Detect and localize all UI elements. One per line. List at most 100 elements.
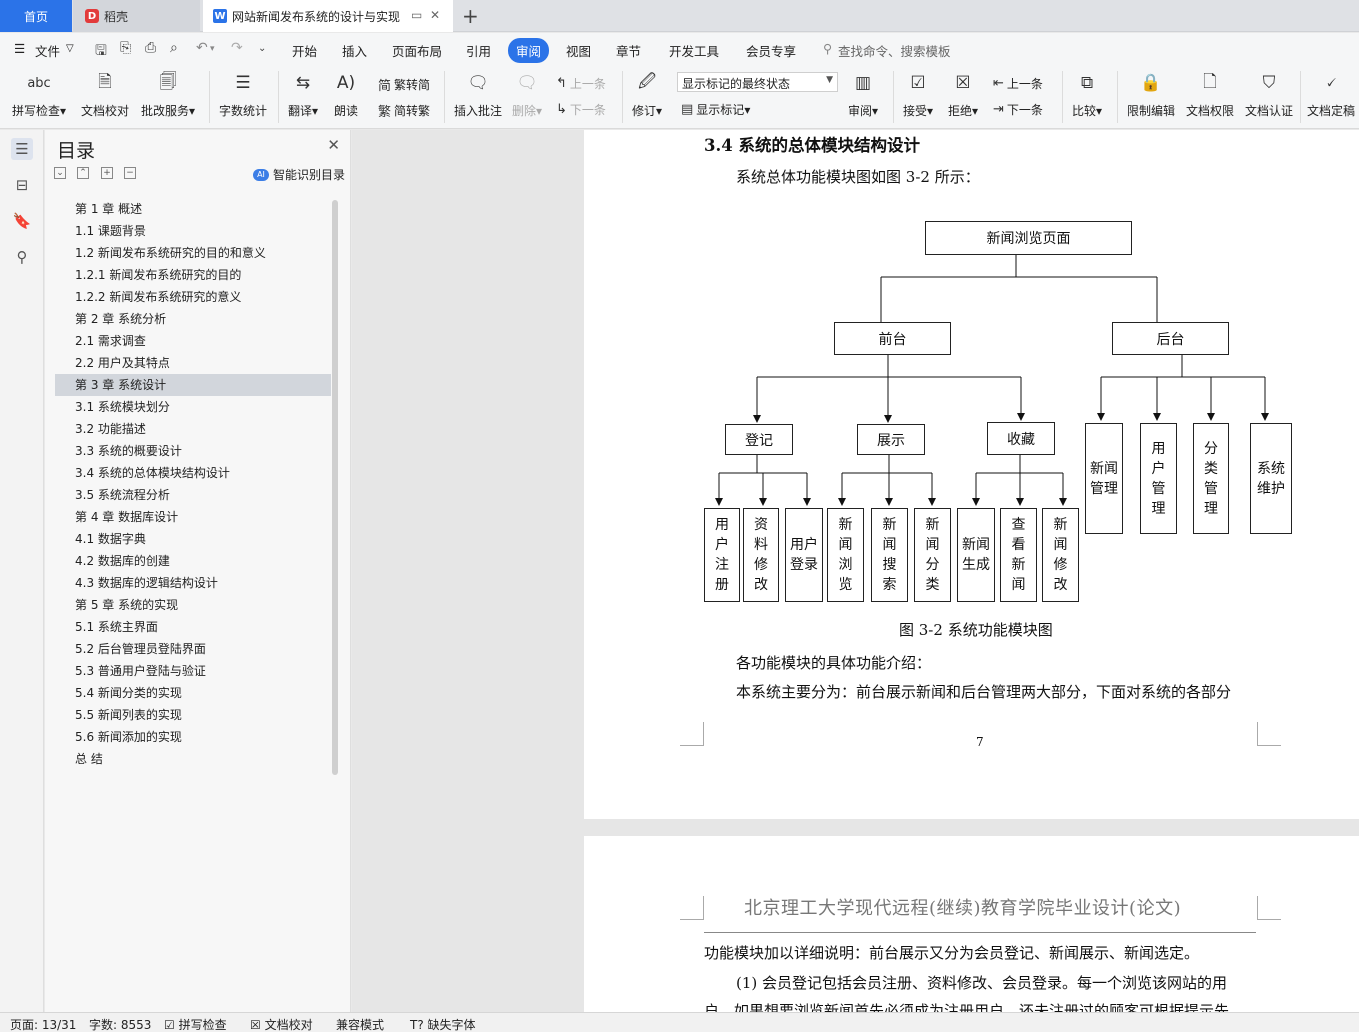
- screen-icon[interactable]: ▭: [411, 8, 422, 22]
- spell-check-status[interactable]: ☑ 拼写检查: [164, 1016, 227, 1032]
- doc-rights-button[interactable]: 🗋 文档权限: [1186, 69, 1234, 119]
- show-markup-button[interactable]: ▤ 显示标记 ▾: [681, 101, 750, 118]
- command-search-input[interactable]: 查找命令、搜索模板: [838, 41, 951, 60]
- insert-comment-button[interactable]: 🗨 插入批注: [454, 69, 502, 119]
- read-aloud-icon: A): [336, 73, 356, 93]
- search-icon[interactable]: ⚲: [11, 246, 33, 268]
- close-tab-icon[interactable]: ✕: [430, 8, 440, 22]
- next-change-button[interactable]: ⇥ 下一条: [993, 101, 1043, 118]
- print-icon[interactable]: ⎙: [145, 40, 156, 56]
- tab-docer[interactable]: D 稻壳: [73, 0, 200, 32]
- next-comment-button[interactable]: ↳ 下一条: [556, 101, 606, 118]
- toc-item[interactable]: 2.2 用户及其特点: [55, 352, 331, 374]
- expand-up-icon[interactable]: ⌃: [77, 167, 89, 179]
- prev-comment-button[interactable]: ↰ 上一条: [556, 75, 606, 92]
- toc-item[interactable]: 4.2 数据库的创建: [55, 550, 331, 572]
- toc-item[interactable]: 4.1 数据字典: [55, 528, 331, 550]
- doc-proof-button[interactable]: 🗎 文档校对: [81, 69, 129, 119]
- word-count-indicator[interactable]: 字数: 8553: [89, 1016, 151, 1032]
- tab-document[interactable]: W 网站新闻发布系统的设计与实现 ▭ ✕: [203, 0, 453, 32]
- toc-item[interactable]: 5.1 系统主界面: [55, 616, 331, 638]
- more-icon[interactable]: ⌄: [258, 43, 266, 54]
- menu-start[interactable]: 开始: [292, 41, 317, 60]
- toc-item[interactable]: 1.2.2 新闻发布系统研究的意义: [55, 286, 331, 308]
- translate-button[interactable]: ⇆ 翻译▾: [288, 69, 318, 119]
- toc-item[interactable]: 5.4 新闻分类的实现: [55, 682, 331, 704]
- restrict-edit-button[interactable]: 🔒 限制编辑: [1127, 69, 1175, 119]
- next-comment-icon: ↳: [556, 102, 567, 117]
- doc-proof-status[interactable]: ☒ 文档校对: [250, 1016, 313, 1032]
- menu-page-layout[interactable]: 页面布局: [392, 41, 442, 60]
- word-count-button[interactable]: ☰ 字数统计: [219, 69, 267, 119]
- reject-button[interactable]: ☒ 拒绝▾: [948, 69, 978, 119]
- toc-item[interactable]: 第 5 章 系统的实现: [55, 594, 331, 616]
- toc-scrollbar[interactable]: [332, 200, 338, 775]
- toc-item[interactable]: 3.4 系统的总体模块结构设计: [55, 462, 331, 484]
- trad-to-simp-button[interactable]: 简繁转简: [378, 75, 430, 94]
- menu-view[interactable]: 视图: [566, 41, 591, 60]
- doc-final-button[interactable]: 🗸 文档定稿: [1307, 69, 1355, 119]
- toc-item[interactable]: 3.3 系统的概要设计: [55, 440, 331, 462]
- toc-item[interactable]: 3.1 系统模块划分: [55, 396, 331, 418]
- toc-item[interactable]: 1.1 课题背景: [55, 220, 331, 242]
- toc-item[interactable]: 2.1 需求调查: [55, 330, 331, 352]
- toc-item[interactable]: 5.3 普通用户登陆与验证: [55, 660, 331, 682]
- undo-icon[interactable]: ↶: [196, 40, 208, 56]
- revise-service-button[interactable]: 🗐 批改服务▾: [141, 69, 195, 119]
- toc-item[interactable]: 第 3 章 系统设计: [55, 374, 331, 396]
- menu-insert[interactable]: 插入: [342, 41, 367, 60]
- read-aloud-button[interactable]: A) 朗读: [333, 69, 359, 119]
- simp-to-trad-button[interactable]: 繁简转繁: [378, 101, 430, 120]
- toc-item[interactable]: 总 结: [55, 748, 331, 770]
- page-indicator[interactable]: 页面: 13/31: [10, 1016, 76, 1032]
- missing-font-status[interactable]: T? 缺失字体: [410, 1016, 476, 1032]
- compare-button[interactable]: ⧉ 比较▾: [1072, 69, 1102, 119]
- menu-developer[interactable]: 开发工具: [669, 41, 719, 60]
- markup-state-select[interactable]: 显示标记的最终状态 ▼: [677, 72, 838, 92]
- menu-chapter[interactable]: 章节: [616, 41, 641, 60]
- document-area: 3.4 系统的总体模块结构设计 系统总体功能模块图如图 3-2 所示： 新闻浏览…: [352, 130, 1359, 1012]
- spell-check-button[interactable]: abc 拼写检查▾: [12, 69, 66, 119]
- toc-icon[interactable]: ☰: [11, 138, 33, 160]
- toc-item[interactable]: 第 2 章 系统分析: [55, 308, 331, 330]
- save-icon[interactable]: 🖫: [95, 40, 107, 64]
- export-pdf-icon[interactable]: ⎘: [120, 40, 131, 56]
- toc-item[interactable]: 1.2 新闻发布系统研究的目的和意义: [55, 242, 331, 264]
- bookmark-icon[interactable]: 🔖: [11, 210, 33, 232]
- compat-mode-status[interactable]: 兼容模式: [336, 1016, 384, 1032]
- toc-item[interactable]: 3.2 功能描述: [55, 418, 331, 440]
- add-heading-icon[interactable]: +: [101, 167, 113, 179]
- redo-icon[interactable]: ↷: [231, 40, 243, 56]
- menu-member[interactable]: 会员专享: [746, 41, 796, 60]
- toc-item[interactable]: 1.2.1 新闻发布系统研究的目的: [55, 264, 331, 286]
- print-preview-icon[interactable]: ⌕: [170, 40, 178, 56]
- translate-icon: ⇆: [295, 73, 311, 93]
- new-tab-button[interactable]: +: [462, 4, 479, 28]
- toc-item[interactable]: 第 1 章 概述: [55, 198, 331, 220]
- prev-change-button[interactable]: ⇤ 上一条: [993, 75, 1043, 92]
- accept-button[interactable]: ☑ 接受▾: [903, 69, 933, 119]
- toc-item[interactable]: 第 4 章 数据库设计: [55, 506, 331, 528]
- delete-comment-button[interactable]: 🗨 删除▾: [512, 69, 542, 119]
- hamburger-icon[interactable]: ☰: [14, 41, 25, 56]
- toc-item[interactable]: 4.3 数据库的逻辑结构设计: [55, 572, 331, 594]
- menu-reference[interactable]: 引用: [466, 41, 491, 60]
- revise-button[interactable]: 🖉 修订▾: [632, 69, 662, 119]
- toc-item[interactable]: 5.6 新闻添加的实现: [55, 726, 331, 748]
- collapse-all-icon[interactable]: ⌄: [54, 167, 66, 179]
- tab-home[interactable]: 首页: [0, 0, 72, 32]
- paragraph: 功能模块加以详细说明：前台展示又分为会员登记、新闻展示、新闻选定。: [704, 944, 1200, 962]
- close-icon[interactable]: ✕: [327, 136, 340, 154]
- remove-heading-icon[interactable]: −: [124, 167, 136, 179]
- toc-item[interactable]: 5.5 新闻列表的实现: [55, 704, 331, 726]
- toc-item[interactable]: 5.2 后台管理员登陆界面: [55, 638, 331, 660]
- toc-item[interactable]: 3.5 系统流程分析: [55, 484, 331, 506]
- doc-cert-button[interactable]: ⛉ 文档认证: [1245, 69, 1293, 119]
- menu-review[interactable]: 审阅: [508, 38, 550, 63]
- nav-pane-icon[interactable]: ⊟: [11, 174, 33, 196]
- smart-toc-button[interactable]: AI 智能识别目录: [252, 166, 345, 183]
- menu-file[interactable]: 文件: [35, 41, 60, 60]
- review-pane-button[interactable]: ▥ 审阅▾: [848, 69, 878, 119]
- undo-dropdown-icon[interactable]: ▾: [210, 44, 215, 54]
- chevron-down-icon[interactable]: ▽: [66, 43, 74, 54]
